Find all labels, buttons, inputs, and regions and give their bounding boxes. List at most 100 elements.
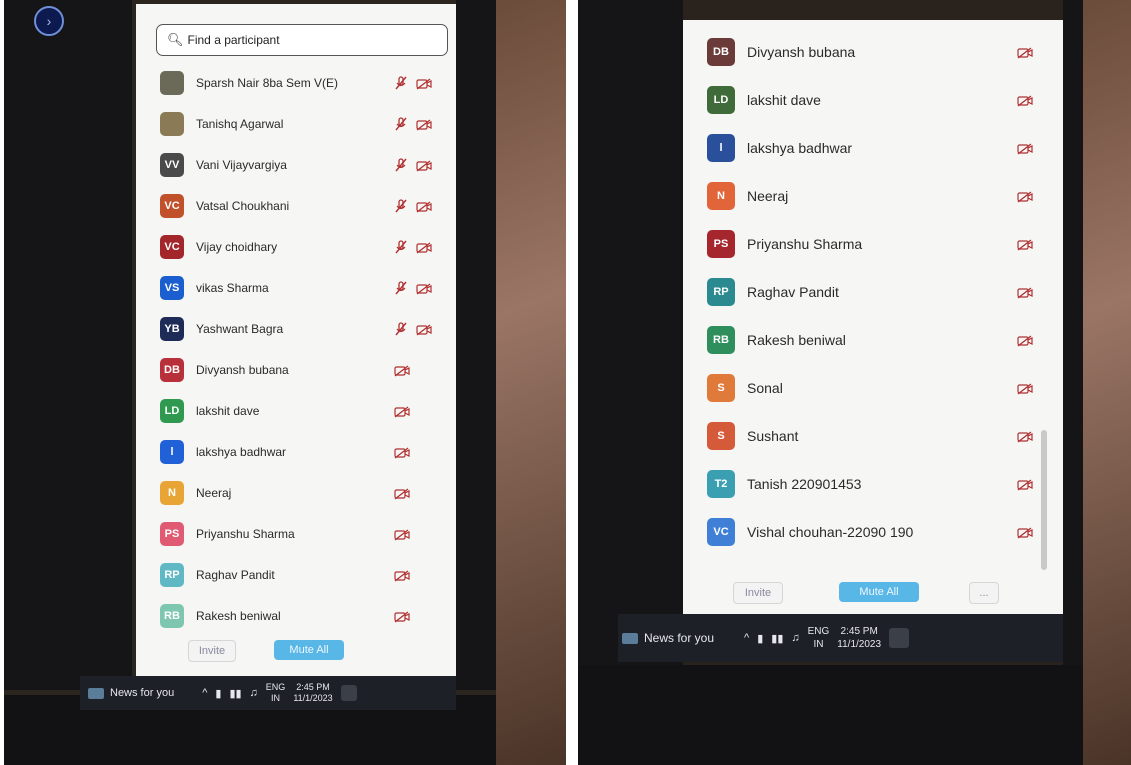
mic-off-icon[interactable] bbox=[394, 116, 408, 131]
mic-off-icon[interactable] bbox=[394, 157, 408, 172]
camera-off-icon[interactable] bbox=[416, 159, 432, 172]
camera-off-icon[interactable] bbox=[1017, 526, 1033, 539]
participant-row[interactable]: T2 Tanish 220901453 bbox=[683, 460, 1063, 508]
clock[interactable]: 2:45 PM 11/1/2023 bbox=[293, 682, 332, 704]
volume-icon[interactable]: ♫ bbox=[791, 632, 799, 644]
participant-row[interactable]: VV Vani Vijayvargiya bbox=[136, 144, 456, 185]
participant-row[interactable]: VC Vijay choidhary bbox=[136, 226, 456, 267]
participant-status-icons bbox=[394, 75, 432, 90]
camera-off-icon[interactable] bbox=[416, 200, 432, 213]
camera-off-icon[interactable] bbox=[394, 487, 410, 500]
network-icon[interactable]: ▮▮ bbox=[771, 632, 783, 645]
back-nav-icon[interactable]: › bbox=[34, 6, 64, 36]
camera-off-icon[interactable] bbox=[1017, 142, 1033, 155]
participant-status-icons bbox=[1017, 478, 1033, 491]
participant-row[interactable]: VC Vishal chouhan-22090 190 bbox=[683, 508, 1063, 556]
camera-off-icon[interactable] bbox=[1017, 430, 1033, 443]
camera-off-icon[interactable] bbox=[1017, 478, 1033, 491]
microphone-icon[interactable]: ▮ bbox=[757, 632, 763, 645]
participant-row[interactable]: N Neeraj bbox=[136, 472, 456, 513]
participant-row[interactable]: Tanishq Agarwal bbox=[136, 103, 456, 144]
camera-off-icon[interactable] bbox=[394, 364, 410, 377]
mic-off-icon[interactable] bbox=[394, 198, 408, 213]
participant-row[interactable]: S Sushant bbox=[683, 412, 1063, 460]
invite-button[interactable]: Invite bbox=[733, 582, 783, 604]
camera-off-icon[interactable] bbox=[1017, 46, 1033, 59]
more-button[interactable]: ... bbox=[969, 582, 999, 604]
camera-off-icon[interactable] bbox=[1017, 94, 1033, 107]
camera-off-icon[interactable] bbox=[394, 446, 410, 459]
search-input[interactable]: 🔍︎ Find a participant bbox=[156, 24, 448, 56]
participant-status-icons bbox=[1017, 526, 1033, 539]
participant-status-icons bbox=[394, 364, 410, 377]
chevron-up-icon[interactable]: ^ bbox=[202, 687, 207, 699]
network-icon[interactable]: ▮▮ bbox=[229, 687, 241, 700]
camera-off-icon[interactable] bbox=[1017, 238, 1033, 251]
camera-off-icon[interactable] bbox=[1017, 190, 1033, 203]
camera-off-icon[interactable] bbox=[416, 77, 432, 90]
avatar: LD bbox=[160, 398, 184, 423]
camera-off-icon[interactable] bbox=[1017, 382, 1033, 395]
camera-off-icon[interactable] bbox=[416, 118, 432, 131]
participant-status-icons bbox=[394, 405, 410, 418]
camera-off-icon[interactable] bbox=[416, 323, 432, 336]
camera-off-icon[interactable] bbox=[394, 405, 410, 418]
participant-name: Priyanshu Sharma bbox=[196, 526, 295, 541]
participant-name: Priyanshu Sharma bbox=[747, 236, 863, 252]
participant-name: Raghav Pandit bbox=[747, 284, 839, 300]
participant-status-icons bbox=[1017, 190, 1033, 203]
participant-row[interactable]: N Neeraj bbox=[683, 172, 1063, 220]
participant-row[interactable]: RB Rakesh beniwal bbox=[683, 316, 1063, 364]
participant-row[interactable]: VS vikas Sharma bbox=[136, 267, 456, 308]
participant-row[interactable]: RP Raghav Pandit bbox=[683, 268, 1063, 316]
mic-off-icon[interactable] bbox=[394, 239, 408, 254]
mic-off-icon[interactable] bbox=[394, 321, 408, 336]
participant-row[interactable]: RB Rakesh beniwal bbox=[136, 595, 456, 636]
avatar: VC bbox=[707, 518, 735, 546]
camera-off-icon[interactable] bbox=[394, 610, 410, 623]
language-indicator[interactable]: ENG IN bbox=[266, 682, 286, 704]
clock[interactable]: 2:45 PM 11/1/2023 bbox=[837, 625, 881, 651]
notification-icon[interactable] bbox=[340, 685, 357, 701]
participant-row[interactable]: DB Divyansh bubana bbox=[683, 28, 1063, 76]
camera-off-icon[interactable] bbox=[394, 569, 410, 582]
news-widget[interactable]: News for you bbox=[88, 687, 174, 699]
mute-all-button[interactable]: Mute All bbox=[839, 582, 919, 602]
avatar bbox=[160, 70, 184, 95]
avatar: S bbox=[707, 374, 735, 402]
avatar: RB bbox=[707, 326, 735, 354]
participant-status-icons bbox=[394, 157, 432, 172]
taskbar: News for you ^ ▮ ▮▮ ♫ ENG IN 2:45 PM 11/… bbox=[80, 676, 456, 710]
participant-row[interactable]: RP Raghav Pandit bbox=[136, 554, 456, 595]
notification-icon[interactable] bbox=[889, 628, 910, 648]
participant-row[interactable]: VC Vatsal Choukhani bbox=[136, 185, 456, 226]
mute-all-button[interactable]: Mute All bbox=[274, 640, 344, 660]
participant-row[interactable]: PS Priyanshu Sharma bbox=[136, 513, 456, 554]
avatar: YB bbox=[160, 316, 184, 341]
participant-name: lakshya badhwar bbox=[196, 444, 287, 459]
camera-off-icon[interactable] bbox=[416, 282, 432, 295]
camera-off-icon[interactable] bbox=[394, 528, 410, 541]
participant-row[interactable]: LD lakshit dave bbox=[136, 390, 456, 431]
camera-off-icon[interactable] bbox=[1017, 334, 1033, 347]
participant-row[interactable]: DB Divyansh bubana bbox=[136, 349, 456, 390]
participant-row[interactable]: S Sonal bbox=[683, 364, 1063, 412]
volume-icon[interactable]: ♫ bbox=[250, 687, 258, 699]
invite-button[interactable]: Invite bbox=[188, 640, 236, 662]
participant-row[interactable]: Sparsh Nair 8ba Sem V(E) bbox=[136, 62, 456, 103]
camera-off-icon[interactable] bbox=[416, 241, 432, 254]
avatar: VC bbox=[160, 234, 184, 259]
participant-name: Vani Vijayvargiya bbox=[196, 157, 287, 172]
participant-row[interactable]: PS Priyanshu Sharma bbox=[683, 220, 1063, 268]
participant-row[interactable]: l lakshya badhwar bbox=[136, 431, 456, 472]
chevron-up-icon[interactable]: ^ bbox=[744, 632, 749, 644]
news-widget[interactable]: News for you bbox=[622, 631, 714, 645]
language-indicator[interactable]: ENG IN bbox=[808, 625, 830, 651]
participant-row[interactable]: YB Yashwant Bagra bbox=[136, 308, 456, 349]
camera-off-icon[interactable] bbox=[1017, 286, 1033, 299]
participant-row[interactable]: l lakshya badhwar bbox=[683, 124, 1063, 172]
participant-row[interactable]: LD lakshit dave bbox=[683, 76, 1063, 124]
mic-off-icon[interactable] bbox=[394, 280, 408, 295]
mic-off-icon[interactable] bbox=[394, 75, 408, 90]
microphone-icon[interactable]: ▮ bbox=[215, 687, 221, 700]
